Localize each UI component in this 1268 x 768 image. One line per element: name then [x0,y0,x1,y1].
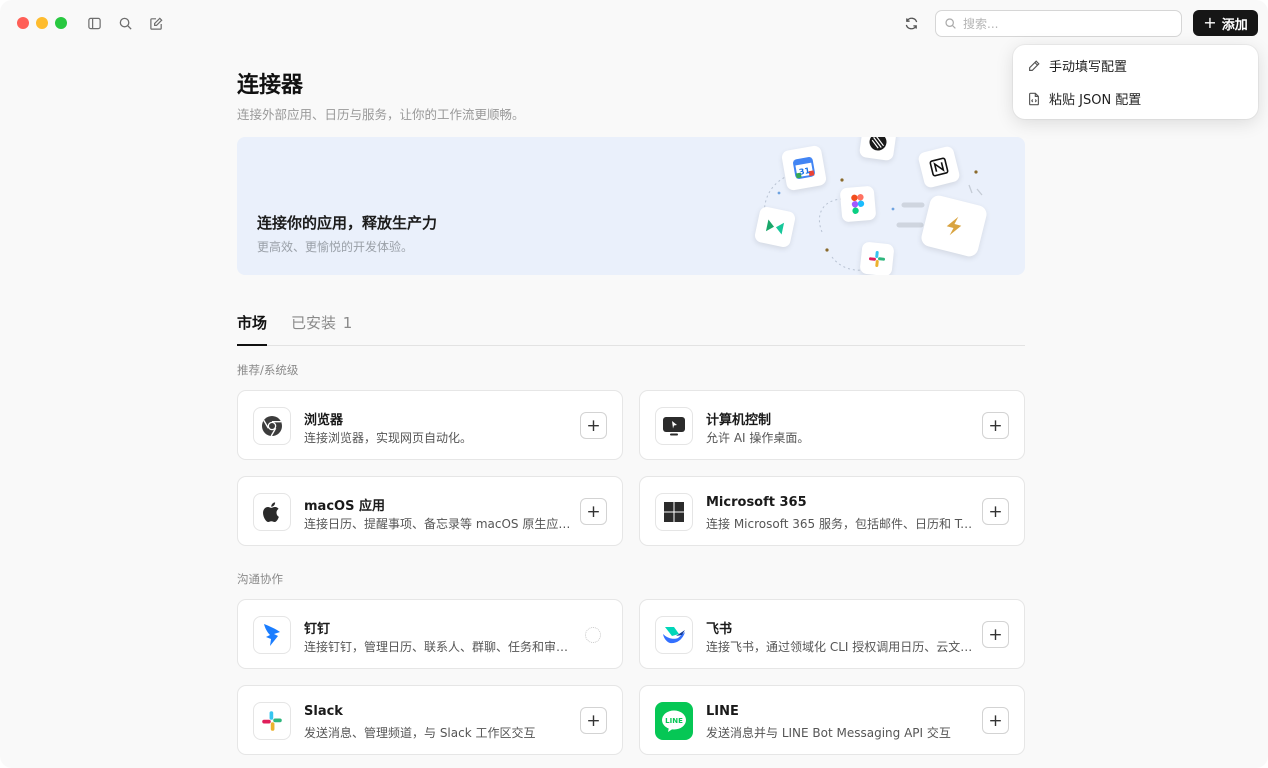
add-connector-button[interactable]: + [982,621,1009,648]
add-connector-button[interactable]: + [580,707,607,734]
search-icon[interactable] [115,13,135,33]
dingtalk-icon [253,616,291,654]
pencil-icon [1029,59,1040,71]
connector-name: 钉钉 [304,622,331,637]
slack-icon [253,702,291,740]
promo-banner: 连接你的应用，释放生产力 更高效、更愉悦的开发体验。 31 [237,137,1025,275]
connector-description: 连接 Microsoft 365 服务，包括邮件、日历和 Tea... [706,517,976,531]
connector-card-slack[interactable]: Slack 发送消息、管理频道，与 Slack 工作区交互 + [237,685,623,755]
add-connector-button[interactable]: + [580,498,607,525]
connector-card-dingtalk[interactable]: 钉钉 连接钉钉，管理日历、联系人、群聊、任务和审批... [237,599,623,669]
tab-market[interactable]: 市场 [237,312,268,346]
slack-icon [859,241,895,275]
connector-description: 连接钉钉，管理日历、联系人、群聊、任务和审批... [304,640,574,654]
section-label-communication: 沟通协作 [237,572,283,586]
paste-file-icon [1029,92,1039,105]
menu-item-manual-config[interactable]: 手动填写配置 [1019,49,1252,82]
tab-market-label: 市场 [237,314,268,332]
menu-item-label: 手动填写配置 [1049,60,1128,75]
window-maximize-button[interactable] [55,17,67,29]
add-connector-button[interactable]: + [982,412,1009,439]
add-menu: 手动填写配置 粘贴 JSON 配置 [1013,45,1258,119]
connector-card-line[interactable]: LINE LINE 发送消息并与 LINE Bot Messaging API … [639,685,1025,755]
page-title: 连接器 [237,73,304,98]
compose-icon[interactable] [146,13,166,33]
apple-icon [253,493,291,531]
plus-icon: + [1203,13,1217,32]
connector-description: 连接飞书，通过领域化 CLI 授权调用日历、云文档... [706,640,976,654]
refresh-icon[interactable] [900,12,922,34]
connector-name: Microsoft 365 [706,495,807,510]
tab-installed-label: 已安装 [291,314,337,332]
add-button-label: 添加 [1221,17,1248,33]
window-close-button[interactable] [17,17,29,29]
sidebar-toggle-icon[interactable] [84,13,104,33]
banner-subtitle: 更高效、更愉悦的开发体验。 [257,240,414,254]
page-subtitle: 连接外部应用、日历与服务，让你的工作流更顺畅。 [237,107,525,122]
feishu-icon [655,616,693,654]
chrome-icon [253,407,291,445]
line-icon: LINE [655,702,693,740]
menu-item-label: 粘贴 JSON 配置 [1049,93,1142,108]
connector-description: 发送消息并与 LINE Bot Messaging API 交互 [706,726,951,740]
figma-icon [839,185,877,223]
connector-card-computer-control[interactable]: 计算机控制 允许 AI 操作桌面。 + [639,390,1025,460]
search-field[interactable] [935,10,1182,37]
connector-description: 允许 AI 操作桌面。 [706,431,810,445]
add-connector-button[interactable]: + [982,498,1009,525]
connector-name: LINE [706,704,739,719]
computer-icon [655,407,693,445]
loading-spinner-icon [585,627,601,643]
search-field-icon [945,18,956,29]
connector-card-browser[interactable]: 浏览器 连接浏览器，实现网页自动化。 + [237,390,623,460]
banner-title: 连接你的应用，释放生产力 [257,214,438,232]
connector-card-microsoft-365[interactable]: Microsoft 365 连接 Microsoft 365 服务，包括邮件、日… [639,476,1025,546]
add-connector-button[interactable]: + [982,707,1009,734]
connector-description: 连接日历、提醒事项、备忘录等 macOS 原生应用。 [304,517,574,531]
connector-name: Slack [304,704,343,719]
make-icon [753,205,797,249]
connector-name: macOS 应用 [304,499,385,514]
tab-bar: 市场 已安装 1 [237,312,1025,346]
connector-description: 发送消息、管理频道，与 Slack 工作区交互 [304,726,536,740]
connector-description: 连接浏览器，实现网页自动化。 [304,431,473,445]
connector-name: 计算机控制 [706,413,772,428]
connector-card-macos-apps[interactable]: macOS 应用 连接日历、提醒事项、备忘录等 macOS 原生应用。 + [237,476,623,546]
tab-installed[interactable]: 已安装 1 [291,312,352,346]
installed-count-badge: 1 [342,314,353,332]
window-minimize-button[interactable] [36,17,48,29]
google-calendar-icon: 31 [780,144,828,192]
search-input[interactable] [963,16,1163,31]
menu-item-paste-json[interactable]: 粘贴 JSON 配置 [1019,82,1252,115]
microsoft-icon [655,493,693,531]
add-connector-button[interactable]: + [580,412,607,439]
app-window: + 添加 手动填写配置 粘贴 JSON 配置 连接器 连接外部应用、日历与服务，… [0,0,1268,768]
connector-name: 浏览器 [304,413,344,428]
section-label-recommended: 推荐/系统级 [237,363,299,377]
add-button[interactable]: + 添加 [1193,10,1258,36]
connector-name: 飞书 [706,622,733,637]
connector-card-feishu[interactable]: 飞书 连接飞书，通过领域化 CLI 授权调用日历、云文档... + [639,599,1025,669]
svg-text:LINE: LINE [665,717,683,725]
